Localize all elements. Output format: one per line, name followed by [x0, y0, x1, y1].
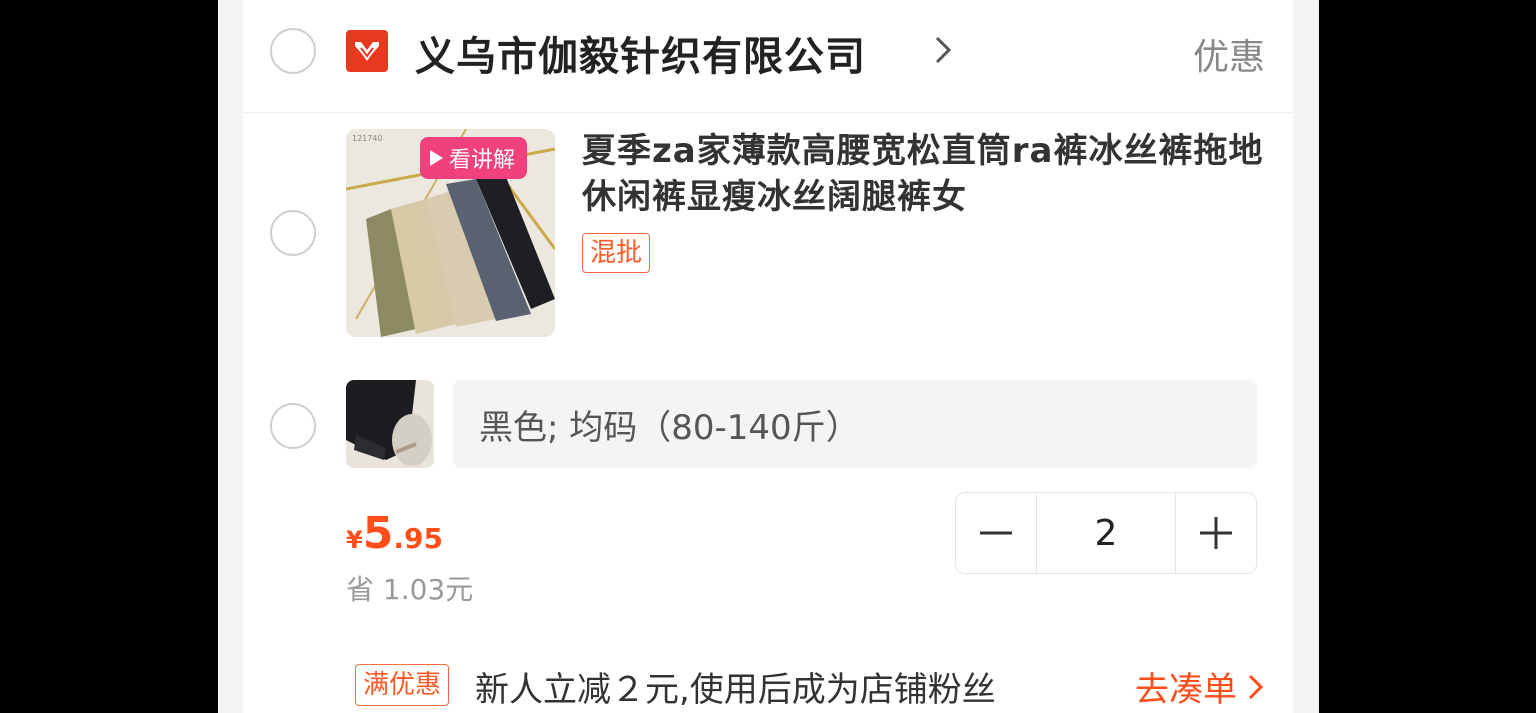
video-badge-label: 看讲解	[449, 148, 516, 173]
shop-name[interactable]: 义乌市伽毅针织有限公司	[415, 24, 866, 82]
price: ¥5.95	[346, 508, 443, 559]
play-icon	[430, 150, 443, 166]
price-integer: 5	[362, 508, 394, 559]
chevron-right-icon[interactable]	[925, 32, 961, 68]
increase-button[interactable]	[1176, 493, 1256, 573]
product-title[interactable]: 夏季za家薄款高腰宽松直筒ra裤冰丝裤拖地休闲裤显瘦冰丝阔腿裤女	[582, 128, 1272, 220]
divider	[243, 112, 1293, 113]
sku-select-radio[interactable]	[270, 403, 316, 449]
svg-text:121740: 121740	[352, 134, 383, 143]
quantity-stepper: 2	[955, 492, 1257, 574]
video-explain-badge[interactable]: 看讲解	[420, 137, 528, 179]
cart-screen: 义乌市伽毅针织有限公司 优惠 121740 看讲解 夏季za家薄款高腰宽松直筒r…	[218, 0, 1319, 713]
price-decimal: .95	[393, 522, 443, 555]
minus-icon	[980, 531, 1012, 535]
mix-wholesale-tag: 混批	[582, 233, 651, 273]
shop-cart-card: 义乌市伽毅针织有限公司 优惠 121740 看讲解 夏季za家薄款高腰宽松直筒r…	[243, 0, 1293, 713]
promotion-tag: 满优惠	[355, 664, 450, 706]
promotion-text: 新人立减２元,使用后成为店铺粉丝	[475, 670, 996, 710]
plus-icon	[1200, 517, 1232, 549]
quantity-input[interactable]: 2	[1036, 493, 1176, 573]
price-currency: ¥	[346, 526, 363, 554]
shop-logo-icon	[346, 30, 388, 72]
decrease-button[interactable]	[956, 493, 1036, 573]
shop-discount-button[interactable]: 优惠	[1193, 28, 1265, 80]
sku-image[interactable]	[346, 380, 434, 468]
save-amount: 省 1.03元	[346, 573, 474, 606]
shop-select-radio[interactable]	[270, 28, 316, 74]
chevron-right-icon	[1248, 674, 1264, 699]
add-more-button[interactable]: 去凑单	[1135, 662, 1267, 711]
sku-spec-text: 黑色; 均码（80-140斤）	[479, 407, 860, 448]
sku-spec-selector[interactable]: 黑色; 均码（80-140斤）	[453, 380, 1257, 468]
product-select-radio[interactable]	[270, 210, 316, 256]
add-more-label: 去凑单	[1135, 670, 1237, 710]
product-image[interactable]: 121740 看讲解	[346, 129, 555, 337]
